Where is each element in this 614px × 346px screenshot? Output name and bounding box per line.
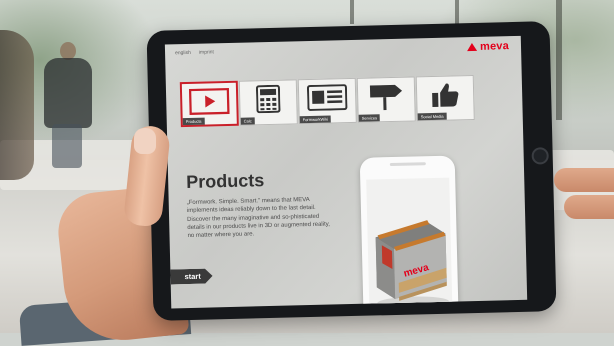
- start-button[interactable]: start: [170, 268, 212, 284]
- tablet-device: english imprint meva Products Calc Formw…: [146, 21, 557, 321]
- tile-social-media[interactable]: Social Media: [415, 74, 475, 122]
- tile-label: Products: [182, 117, 205, 126]
- thumbnail: [134, 128, 156, 154]
- signpost-icon: [358, 81, 415, 111]
- language-menu: english imprint: [175, 49, 214, 56]
- main-navigation: Products Calc FormworkWiki Services Soci…: [179, 74, 475, 128]
- phone-mockup: meva: [359, 155, 459, 309]
- brand-name: meva: [479, 40, 510, 53]
- tile-label: FormworkWiki: [299, 115, 332, 124]
- phone-speaker: [389, 162, 426, 167]
- tablet-screen: english imprint meva Products Calc Formw…: [164, 35, 528, 309]
- calculator-icon: [240, 84, 297, 114]
- page-title: Products: [185, 170, 265, 193]
- app-header: english imprint meva: [165, 36, 521, 67]
- brand-logo[interactable]: meva: [466, 40, 510, 53]
- logo-triangle-icon: [466, 42, 478, 52]
- phone-screen: meva: [366, 177, 453, 309]
- blurred-person-left: [0, 30, 34, 180]
- right-finger: [554, 168, 614, 192]
- play-video-icon: [182, 87, 237, 116]
- imprint-link[interactable]: imprint: [199, 49, 214, 55]
- home-button[interactable]: [531, 147, 549, 165]
- tile-label: Social Media: [417, 112, 447, 121]
- tile-formworkwiki[interactable]: FormworkWiki: [297, 77, 357, 125]
- intro-text: „Formwork. Simple. Smart." means that ME…: [186, 197, 331, 240]
- formwork-product-image: meva: [375, 220, 450, 309]
- tile-calc[interactable]: Calc: [238, 79, 298, 126]
- tile-products[interactable]: Products: [179, 80, 239, 128]
- right-finger: [564, 195, 614, 219]
- tile-label: Services: [358, 114, 381, 122]
- thumbs-up-icon: [417, 80, 474, 109]
- hall-pillar: [556, 0, 562, 120]
- article-icon: [299, 83, 356, 112]
- hall-pillar: [350, 0, 354, 24]
- tile-label: Calc: [240, 117, 255, 125]
- language-english-link[interactable]: english: [175, 50, 191, 56]
- tile-services[interactable]: Services: [356, 76, 416, 123]
